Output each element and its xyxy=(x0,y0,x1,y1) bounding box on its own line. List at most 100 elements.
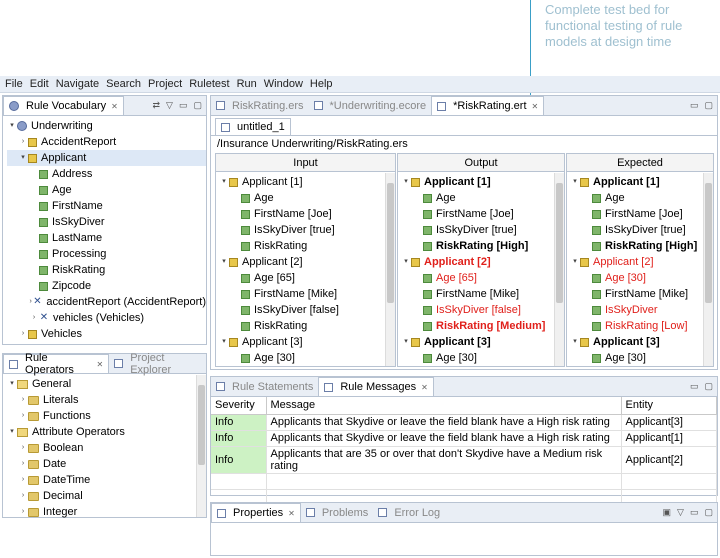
maximize-icon[interactable]: ▢ xyxy=(704,381,713,392)
tree-item[interactable]: ▾ Applicant xyxy=(7,150,206,166)
collapse-arrow-icon[interactable]: › xyxy=(18,408,28,424)
tree-item[interactable]: ▾ Attribute Operators xyxy=(7,424,206,440)
menu-item-search[interactable]: Search xyxy=(106,78,141,90)
expand-arrow-icon[interactable]: ▾ xyxy=(401,174,411,190)
tree-item[interactable]: Age [65] xyxy=(401,270,564,286)
menu-icon[interactable]: ▽ xyxy=(677,507,684,518)
table-row[interactable]: Info Applicants that are 35 or over that … xyxy=(211,446,717,474)
tree-item[interactable]: Address xyxy=(7,166,206,182)
maximize-icon[interactable]: ▢ xyxy=(704,100,713,111)
menu-item-run[interactable]: Run xyxy=(237,78,257,90)
sync-icon[interactable]: ⇄ xyxy=(153,100,161,111)
tree-item[interactable]: ▾ Applicant [1] xyxy=(570,174,713,190)
tree-item[interactable]: Age [65] xyxy=(219,270,395,286)
tree-item[interactable]: › AccidentReport xyxy=(7,134,206,150)
collapse-arrow-icon[interactable]: › xyxy=(18,392,28,408)
expand-arrow-icon[interactable]: ▾ xyxy=(219,174,229,190)
tree-item[interactable]: › Decimal xyxy=(7,488,206,504)
tree-item[interactable]: FirstName [Mike] xyxy=(401,286,564,302)
tree-item[interactable]: IsSkyDiver [true] xyxy=(219,222,395,238)
tree-item[interactable]: Processing xyxy=(7,246,206,262)
tree-item[interactable]: › Functions xyxy=(7,408,206,424)
collapse-arrow-icon[interactable]: › xyxy=(18,504,28,520)
tree-item[interactable]: › ✕ vehicles (Vehicles) xyxy=(7,310,206,326)
bottom-tab-2[interactable]: Error Log xyxy=(373,503,445,522)
tree-item[interactable]: RiskRating [High] xyxy=(401,238,564,254)
tree-item[interactable]: › ✕ accidentReport (AccidentReport) xyxy=(7,294,206,310)
tree-item[interactable]: FirstName [Joe] xyxy=(401,206,564,222)
tree-item[interactable]: ▾ Applicant [3] xyxy=(219,334,395,350)
tree-item[interactable]: IsSkyDiver [true] xyxy=(570,222,713,238)
tree-item[interactable]: ▾ Applicant [2] xyxy=(401,254,564,270)
expand-arrow-icon[interactable]: ▾ xyxy=(219,254,229,270)
expand-arrow-icon[interactable]: ▾ xyxy=(570,334,580,350)
expand-arrow-icon[interactable]: ▾ xyxy=(18,150,28,166)
scroll-thumb[interactable] xyxy=(556,183,563,303)
tree-item[interactable]: Age xyxy=(7,182,206,198)
table-row[interactable]: Info Applicants that Skydive or leave the… xyxy=(211,430,717,447)
tree-item[interactable]: IsSkyDiver xyxy=(570,302,713,318)
menu-item-window[interactable]: Window xyxy=(264,78,303,90)
tree-item[interactable]: ▾ Applicant [3] xyxy=(401,334,564,350)
tree-item[interactable]: RiskRating [Low] xyxy=(570,318,713,334)
severity-header[interactable]: Severity xyxy=(211,397,267,415)
expand-arrow-icon[interactable]: ▾ xyxy=(401,254,411,270)
collapse-arrow-icon[interactable]: › xyxy=(18,472,28,488)
tree-item[interactable]: IsSkyDiver [false] xyxy=(401,302,564,318)
bottom-tab-1[interactable]: Problems xyxy=(301,503,373,522)
tree-item[interactable]: ▾ Applicant [2] xyxy=(219,254,395,270)
tree-item[interactable]: IsSkyDiver xyxy=(7,214,206,230)
tree-item[interactable]: ▾ Applicant [3] xyxy=(570,334,713,350)
minimize-icon[interactable]: ▭ xyxy=(690,507,699,518)
collapse-arrow-icon[interactable]: › xyxy=(18,456,28,472)
tab-rule-operators[interactable]: Rule Operators ✕ xyxy=(3,352,110,376)
maximize-icon[interactable]: ▢ xyxy=(704,507,713,518)
tree-item[interactable]: LastName xyxy=(7,230,206,246)
menu-item-project[interactable]: Project xyxy=(148,78,182,90)
tree-item[interactable]: Age [30] xyxy=(570,270,713,286)
menu-icon[interactable]: ▽ xyxy=(166,100,173,111)
tree-item[interactable]: ▾ Applicant [2] xyxy=(570,254,713,270)
close-icon[interactable]: ✕ xyxy=(421,383,428,392)
menu-item-file[interactable]: File xyxy=(5,78,23,90)
editor-tab-1[interactable]: *Underwriting.ecore xyxy=(309,96,432,115)
expand-arrow-icon[interactable]: ▾ xyxy=(219,334,229,350)
minimize-icon[interactable]: ▭ xyxy=(690,381,699,392)
tab-rule-vocabulary[interactable]: Rule Vocabulary ✕ xyxy=(3,96,124,115)
collapse-arrow-icon[interactable]: › xyxy=(18,440,28,456)
scroll-thumb[interactable] xyxy=(705,183,712,303)
expand-arrow-icon[interactable]: ▾ xyxy=(401,334,411,350)
tree-item[interactable]: FirstName [Mike] xyxy=(570,286,713,302)
maximize-icon[interactable]: ▢ xyxy=(193,100,202,111)
expand-arrow-icon[interactable]: ▾ xyxy=(7,376,17,392)
messages-tab-1[interactable]: Rule Messages ✕ xyxy=(318,377,434,396)
output-scrollbar[interactable] xyxy=(554,173,564,366)
minimize-icon[interactable]: ▭ xyxy=(179,100,188,111)
message-header[interactable]: Message xyxy=(266,397,622,415)
menu-item-help[interactable]: Help xyxy=(310,78,333,90)
tree-item[interactable]: RiskRating xyxy=(7,262,206,278)
tree-item[interactable]: Age [30] xyxy=(219,350,395,366)
tree-item[interactable]: ▾ Underwriting xyxy=(7,118,206,134)
tree-item[interactable]: ▾ General xyxy=(7,376,206,392)
tree-item[interactable]: IsSkyDiver [false] xyxy=(219,302,395,318)
collapse-arrow-icon[interactable]: › xyxy=(29,310,39,326)
expand-arrow-icon[interactable]: ▾ xyxy=(7,424,17,440)
tree-item[interactable]: › Vehicles xyxy=(7,326,206,342)
tree-item[interactable]: RiskRating [Medium] xyxy=(401,318,564,334)
tree-item[interactable]: Zipcode xyxy=(7,278,206,294)
bottom-tab-0[interactable]: Properties ✕ xyxy=(211,503,301,522)
close-icon[interactable]: ✕ xyxy=(111,102,118,111)
subtab-untitled[interactable]: untitled_1 xyxy=(215,118,291,135)
tree-item[interactable]: Age xyxy=(401,190,564,206)
expand-arrow-icon[interactable]: ▾ xyxy=(570,254,580,270)
tree-item[interactable]: › Boolean xyxy=(7,440,206,456)
expected-scrollbar[interactable] xyxy=(703,173,713,366)
table-row[interactable]: Info Applicants that Skydive or leave the… xyxy=(211,414,717,431)
tree-item[interactable]: ▾ Applicant [1] xyxy=(401,174,564,190)
tree-item[interactable]: FirstName [Joe] xyxy=(219,206,395,222)
operators-scrollbar[interactable] xyxy=(196,375,206,517)
menu-item-navigate[interactable]: Navigate xyxy=(56,78,99,90)
input-scrollbar[interactable] xyxy=(385,173,395,366)
collapse-arrow-icon[interactable]: › xyxy=(18,134,28,150)
